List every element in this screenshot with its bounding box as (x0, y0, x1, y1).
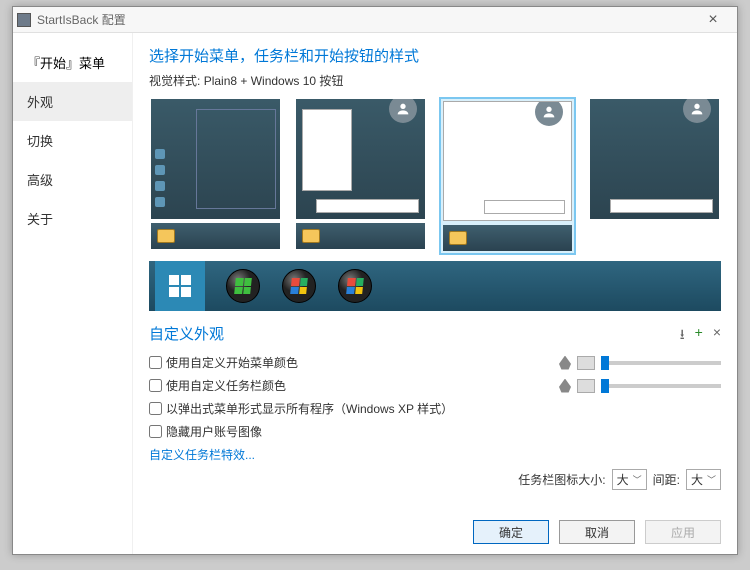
apply-button[interactable]: 应用 (645, 520, 721, 544)
droplet-icon (559, 379, 571, 393)
sidebar-item-advanced[interactable]: 高级 (13, 160, 132, 199)
check-hide-avatar[interactable] (149, 425, 162, 438)
theme-option-3[interactable] (439, 97, 576, 255)
color-swatch[interactable] (577, 379, 595, 393)
icon-size-select[interactable]: 大 ﹀ (612, 469, 647, 490)
folder-icon (302, 229, 320, 243)
remove-icon[interactable]: × (713, 324, 721, 348)
start-button-color-2[interactable] (337, 268, 373, 304)
gap-label: 间距: (653, 471, 680, 488)
gap-select[interactable]: 大 ﹀ (686, 469, 721, 490)
visual-style-label: 视觉样式: (149, 74, 200, 88)
start-button-green[interactable] (225, 268, 261, 304)
visual-style-value: Plain8 + Windows 10 按钮 (204, 74, 344, 88)
avatar-icon (683, 99, 711, 123)
theme-option-2[interactable] (294, 97, 427, 255)
start-button-win10[interactable] (155, 261, 205, 311)
ok-button[interactable]: 确定 (473, 520, 549, 544)
check-label: 以弹出式菜单形式显示所有程序（Windows XP 样式） (166, 400, 453, 417)
chevron-down-icon: ﹀ (633, 473, 642, 486)
taskbar-effects-link[interactable]: 自定义任务栏特效... (149, 446, 721, 463)
sidebar-item-switch[interactable]: 切换 (13, 121, 132, 160)
window-title: StartIsBack 配置 (37, 11, 693, 28)
droplet-icon (559, 356, 571, 370)
folder-icon (157, 229, 175, 243)
color-swatch[interactable] (577, 356, 595, 370)
sidebar-item-about[interactable]: 关于 (13, 199, 132, 238)
start-button-color-1[interactable] (281, 268, 317, 304)
check-custom-taskbar-color[interactable] (149, 379, 162, 392)
download-icon[interactable]: ⭳ (680, 324, 685, 348)
custom-appearance-title: 自定义外观 (149, 323, 680, 344)
sidebar: 『开始』菜单 外观 切换 高级 关于 (13, 33, 133, 554)
start-button-row (149, 261, 721, 311)
icon-size-value: 大 (617, 471, 629, 488)
chevron-down-icon: ﹀ (707, 473, 716, 486)
folder-icon (449, 231, 467, 245)
app-icon (17, 13, 31, 27)
section-heading: 选择开始菜单，任务栏和开始按钮的样式 (149, 45, 721, 66)
avatar-icon (535, 101, 563, 126)
add-icon[interactable]: + (695, 324, 703, 348)
check-label: 使用自定义开始菜单颜色 (166, 354, 298, 371)
cancel-button[interactable]: 取消 (559, 520, 635, 544)
avatar-icon (389, 99, 417, 123)
check-label: 使用自定义任务栏颜色 (166, 377, 286, 394)
sidebar-item-appearance[interactable]: 外观 (13, 82, 132, 121)
check-xp-flyout[interactable] (149, 402, 162, 415)
icon-size-label: 任务栏图标大小: (518, 471, 605, 488)
check-label: 隐藏用户账号图像 (166, 423, 262, 440)
theme-option-1[interactable] (149, 97, 282, 255)
gap-value: 大 (691, 471, 703, 488)
sidebar-item-start-menu[interactable]: 『开始』菜单 (13, 43, 132, 82)
visual-style-line: 视觉样式: Plain8 + Windows 10 按钮 (149, 72, 721, 89)
opacity-slider[interactable] (601, 384, 721, 388)
opacity-slider[interactable] (601, 361, 721, 365)
check-custom-start-color[interactable] (149, 356, 162, 369)
theme-option-4[interactable] (588, 97, 721, 255)
close-icon[interactable]: × (693, 11, 733, 29)
